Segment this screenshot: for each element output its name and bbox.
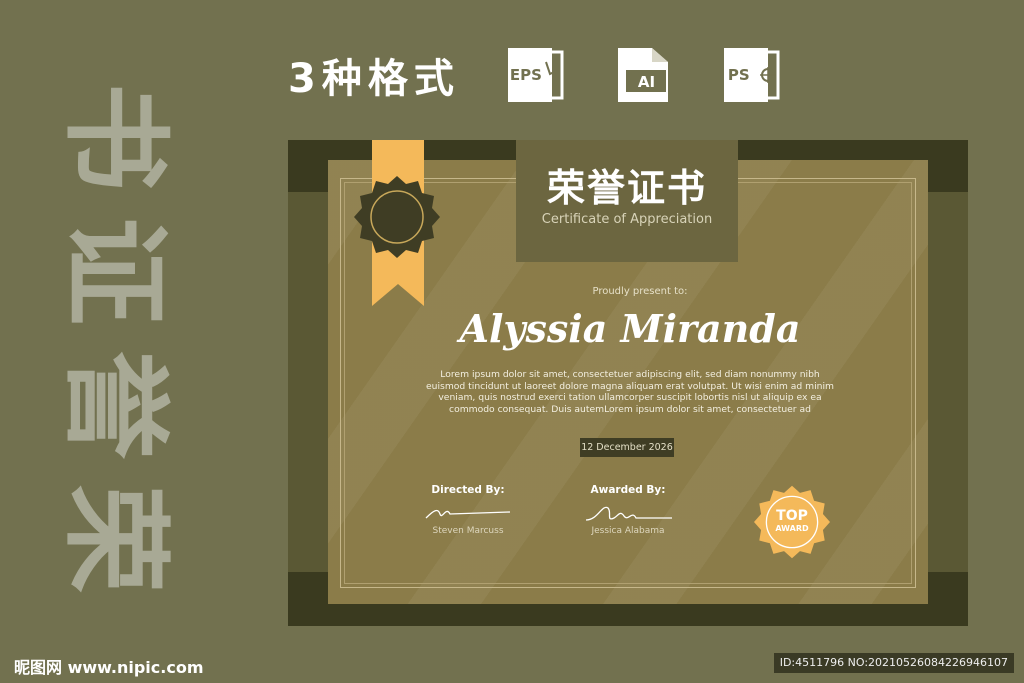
award-line1: TOP bbox=[776, 508, 808, 524]
vertical-title: 书 证 誉 荣 bbox=[51, 78, 177, 598]
vertical-title-char: 书 bbox=[51, 82, 177, 192]
vertical-title-char: 证 bbox=[51, 216, 177, 326]
formats-label: 3种格式 bbox=[288, 56, 460, 102]
recipient-name: Alyssia Miranda bbox=[459, 306, 801, 351]
signature-directed: Directed By: Steven Marcuss bbox=[408, 484, 528, 536]
certificate-subtitle: Certificate of Appreciation bbox=[541, 212, 713, 227]
certificate-title: 荣誉证书 bbox=[546, 166, 707, 210]
ps-file-label: PS bbox=[727, 66, 750, 84]
proudly-present-text: Proudly present to: bbox=[592, 286, 688, 297]
vertical-title-char: 荣 bbox=[51, 484, 177, 594]
signature-role: Awarded By: bbox=[590, 484, 666, 496]
watermark-site: 昵图网 www.nipic.com bbox=[14, 658, 204, 677]
ai-file-label: AI bbox=[637, 73, 656, 91]
eps-file-label: EPS bbox=[509, 66, 542, 84]
certificate-body-text: Lorem ipsum dolor sit amet, consectetuer… bbox=[426, 369, 834, 415]
ps-file-icon: PS bbox=[720, 44, 782, 106]
signature-scribble-icon bbox=[425, 509, 511, 519]
certificate-title-box: 荣誉证书 Certificate of Appreciation bbox=[516, 140, 738, 262]
signature-role: Directed By: bbox=[431, 484, 505, 496]
signer-name: Steven Marcuss bbox=[432, 526, 504, 536]
watermark-id: ID:4511796 NO:20210526084226946107 bbox=[773, 653, 1014, 673]
ai-file-icon: AI bbox=[612, 44, 674, 106]
eps-file-icon: EPS bbox=[504, 44, 566, 106]
top-award-badge-icon: TOP AWARD bbox=[754, 484, 830, 560]
certificate-date: 12 December 2026 bbox=[580, 438, 674, 457]
formats-row: 3种格式 EPS AI PS bbox=[288, 40, 828, 110]
vertical-title-char: 誉 bbox=[51, 350, 177, 460]
signer-name: Jessica Alabama bbox=[591, 526, 665, 536]
signature-awarded: Awarded By: Jessica Alabama bbox=[568, 484, 688, 536]
seal-icon bbox=[354, 174, 440, 260]
signature-scribble-icon bbox=[585, 506, 672, 521]
award-line2: AWARD bbox=[775, 524, 809, 533]
